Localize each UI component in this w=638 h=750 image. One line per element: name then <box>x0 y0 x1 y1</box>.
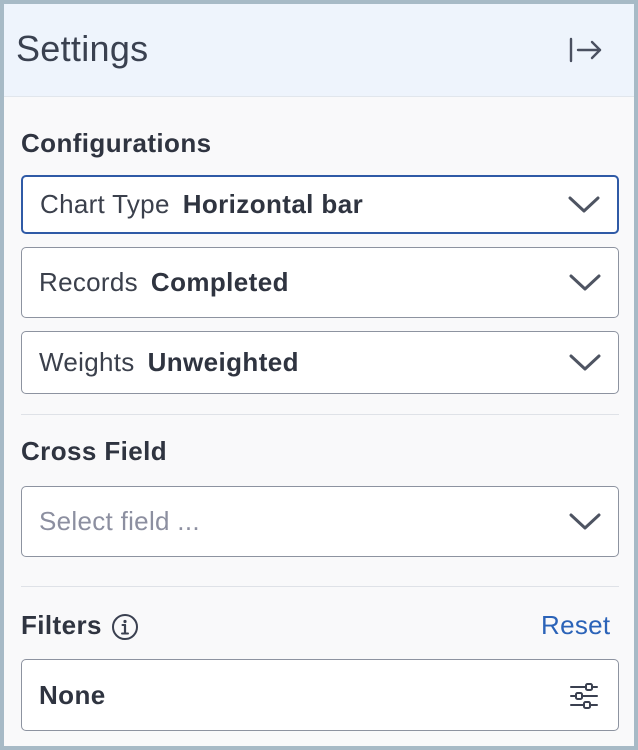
settings-panel: Settings Configurations Chart Type Horiz… <box>4 4 634 746</box>
page-title: Settings <box>16 28 149 69</box>
info-icon[interactable] <box>111 613 139 641</box>
section-divider <box>21 586 619 587</box>
chart-type-label: Chart Type <box>40 189 170 219</box>
sliders-icon[interactable] <box>569 682 599 710</box>
records-value: Completed <box>150 267 289 297</box>
settings-header: Settings <box>4 4 634 97</box>
weights-select[interactable]: Weights Unweighted <box>21 331 619 394</box>
weights-label: Weights <box>39 347 135 377</box>
filters-field[interactable]: None <box>21 659 619 731</box>
filters-heading: Filters <box>21 610 102 640</box>
reset-filters-link[interactable]: Reset <box>541 610 610 641</box>
filters-value: None <box>39 680 106 710</box>
records-label: Records <box>39 267 138 297</box>
chevron-down-icon <box>569 513 601 529</box>
cross-field-select[interactable]: Select field ... <box>21 486 619 557</box>
weights-value: Unweighted <box>147 347 299 377</box>
chevron-down-icon <box>569 274 601 290</box>
records-select[interactable]: Records Completed <box>21 247 619 318</box>
collapse-right-icon <box>569 37 602 63</box>
chevron-down-icon <box>568 196 600 212</box>
cross-field-placeholder: Select field ... <box>39 506 200 536</box>
section-divider <box>21 414 619 415</box>
configurations-heading: Configurations <box>21 128 212 158</box>
cross-field-heading: Cross Field <box>21 436 167 466</box>
chart-type-value: Horizontal bar <box>182 189 364 219</box>
chart-type-select[interactable]: Chart Type Horizontal bar <box>21 175 619 234</box>
chevron-down-icon <box>569 354 601 370</box>
collapse-panel-button[interactable] <box>564 30 608 70</box>
